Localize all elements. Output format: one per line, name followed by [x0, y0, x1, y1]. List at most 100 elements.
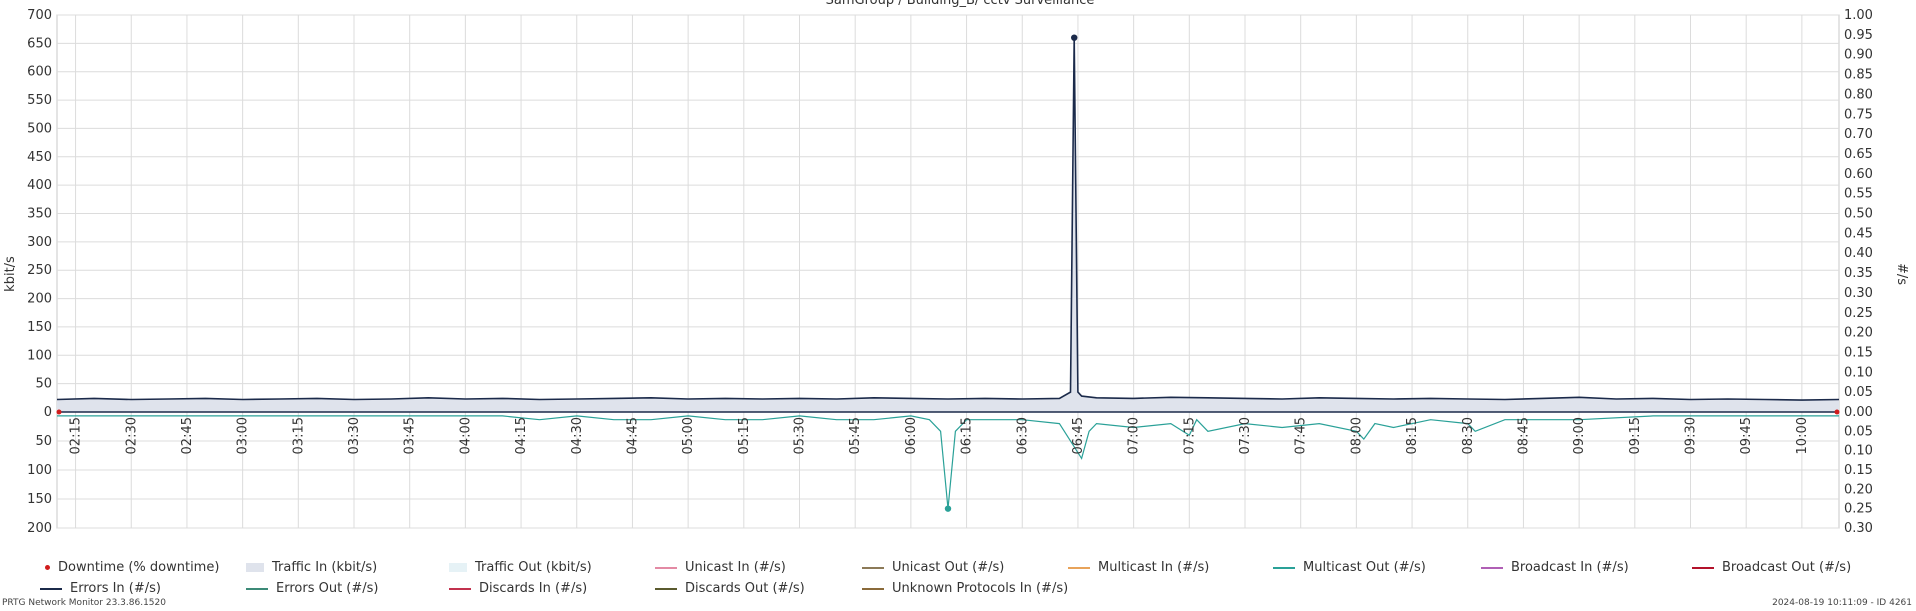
- x-tick-label: 08:00: [1349, 417, 1364, 454]
- legend-item: Broadcast Out (#/s): [1692, 560, 1851, 575]
- x-tick-label: 05:30: [793, 417, 808, 454]
- legend-swatch: [1273, 566, 1295, 569]
- legend-label: Unicast In (#/s): [685, 560, 786, 575]
- x-tick-label: 04:00: [458, 417, 473, 454]
- legend-swatch: [449, 563, 467, 572]
- x-tick-label: 08:15: [1405, 417, 1420, 454]
- x-tick-label: 08:30: [1461, 417, 1476, 454]
- y-tick-label-right: 0.10: [1844, 444, 1873, 459]
- legend-item: Unknown Protocols In (#/s): [862, 581, 1068, 596]
- legend-label: Broadcast In (#/s): [1511, 560, 1629, 575]
- legend-item: Multicast In (#/s): [1068, 560, 1209, 575]
- series-peak-point: [944, 505, 952, 512]
- y-tick-label-right: 0.40: [1844, 246, 1873, 261]
- y-tick-label-right: 0.65: [1844, 147, 1873, 162]
- legend-item: Multicast Out (#/s): [1273, 560, 1426, 575]
- series-peak-point: [1071, 34, 1078, 41]
- y-tick-label-right: 0.70: [1844, 127, 1873, 142]
- x-tick-label: 07:30: [1238, 417, 1253, 454]
- y-tick-label-right: 0.05: [1844, 385, 1873, 400]
- legend-label: Errors Out (#/s): [276, 581, 379, 596]
- x-tick-label: 05:00: [681, 417, 696, 454]
- x-tick-label: 09:45: [1739, 417, 1754, 454]
- y-axis-label-left: kbit/s: [3, 256, 18, 292]
- legend-item: Downtime (% downtime): [40, 560, 219, 575]
- legend-item: Broadcast In (#/s): [1481, 560, 1629, 575]
- y-tick-label-right: 1.00: [1844, 8, 1873, 23]
- x-tick-label: 07:15: [1182, 417, 1197, 454]
- y-tick-label-left: 300: [27, 235, 52, 250]
- y-tick-label-right: 0.05: [1844, 424, 1873, 439]
- x-tick-label: 03:00: [236, 417, 251, 454]
- y-tick-label-right: 0.20: [1844, 482, 1873, 497]
- legend-swatch: [449, 587, 471, 590]
- x-tick-label: 06:45: [1071, 417, 1086, 454]
- x-tick-label: 02:15: [69, 417, 84, 454]
- y-tick-label-left: 550: [27, 93, 52, 108]
- x-tick-label: 03:45: [403, 417, 418, 454]
- y-tick-label-right: 0.00: [1844, 405, 1873, 420]
- x-tick-label: 05:45: [848, 417, 863, 454]
- y-tick-label-right: 0.10: [1844, 365, 1873, 380]
- x-tick-label: 09:00: [1572, 417, 1587, 454]
- y-tick-label-right: 0.25: [1844, 502, 1873, 517]
- y-tick-label-left: 350: [27, 207, 52, 222]
- y-tick-label-right: 0.60: [1844, 167, 1873, 182]
- y-tick-label-left: 400: [27, 178, 52, 193]
- y-tick-label-right: 0.45: [1844, 226, 1873, 241]
- x-tick-label: 05:15: [737, 417, 752, 454]
- legend-item: Unicast Out (#/s): [862, 560, 1004, 575]
- right-axis: 1.00 0.95 0.90 0.85 0.80 0.75 0.70 0.65 0.60 0.55…: [1844, 8, 1873, 536]
- y-axis-label-right: #/s: [1894, 263, 1909, 285]
- legend-label: Broadcast Out (#/s): [1722, 560, 1852, 575]
- y-tick-label-left: 50: [35, 377, 52, 392]
- y-tick-label-left: 600: [27, 65, 52, 80]
- x-tick-label: 09:15: [1628, 417, 1643, 454]
- y-tick-label-left: 700: [27, 8, 52, 23]
- legend-item: Errors Out (#/s): [246, 581, 378, 596]
- y-tick-label-right: 0.30: [1844, 521, 1873, 536]
- x-tick-label: 02:45: [180, 417, 195, 454]
- y-tick-label-right: 0.55: [1844, 187, 1873, 202]
- x-tick-label: 09:30: [1684, 417, 1699, 454]
- left-axis: 7006506005505004504003503002502001501005…: [27, 8, 52, 536]
- legend-swatch: [655, 566, 677, 569]
- legend-label: Traffic Out (kbit/s): [475, 560, 592, 575]
- y-tick-label-left: 100: [27, 463, 52, 478]
- legend-swatch: [862, 587, 884, 590]
- y-tick-label-right: 0.35: [1844, 266, 1873, 281]
- y-tick-label-right: 0.30: [1844, 286, 1873, 301]
- y-tick-label-right: 0.50: [1844, 207, 1873, 222]
- legend-item: Unicast In (#/s): [655, 560, 786, 575]
- y-tick-label-right: 0.15: [1844, 345, 1873, 360]
- legend-label: Errors In (#/s): [70, 581, 161, 596]
- x-tick-label: 04:45: [625, 417, 640, 454]
- y-tick-label-left: 250: [27, 263, 52, 278]
- x-tick-label: 08:45: [1516, 417, 1531, 454]
- legend-swatch: [1692, 566, 1714, 569]
- y-tick-label-left: 0: [44, 405, 52, 420]
- x-tick-label: 04:15: [514, 417, 529, 454]
- y-tick-label-right: 0.15: [1844, 463, 1873, 478]
- y-tick-label-right: 0.25: [1844, 306, 1873, 321]
- legend-label: Unicast Out (#/s): [892, 560, 1005, 575]
- y-tick-label-right: 0.95: [1844, 28, 1873, 43]
- legend-item: Traffic In (kbit/s): [246, 560, 377, 575]
- x-tick-label: 03:15: [291, 417, 306, 454]
- y-tick-label-left: 150: [27, 320, 52, 335]
- y-tick-label-left: 450: [27, 150, 52, 165]
- legend-label: Downtime (% downtime): [58, 560, 220, 575]
- y-tick-label-right: 0.20: [1844, 326, 1873, 341]
- x-tick-label: 06:30: [1015, 417, 1030, 454]
- x-tick-label: 07:45: [1294, 417, 1309, 454]
- chart: SamGroup / Building_B/ cctv Surveillance…: [3, 0, 1909, 536]
- legend-swatch: [1481, 566, 1503, 569]
- legend-item: Errors In (#/s): [40, 581, 161, 596]
- legend-item: Traffic Out (kbit/s): [449, 560, 592, 575]
- y-tick-label-left: 100: [27, 348, 52, 363]
- x-tick-label: 03:30: [347, 417, 362, 454]
- chart-title: SamGroup / Building_B/ cctv Surveillance: [826, 0, 1095, 8]
- y-tick-label-right: 0.85: [1844, 68, 1873, 83]
- legend-item: Discards Out (#/s): [655, 581, 805, 596]
- legend-label: Multicast Out (#/s): [1303, 560, 1426, 575]
